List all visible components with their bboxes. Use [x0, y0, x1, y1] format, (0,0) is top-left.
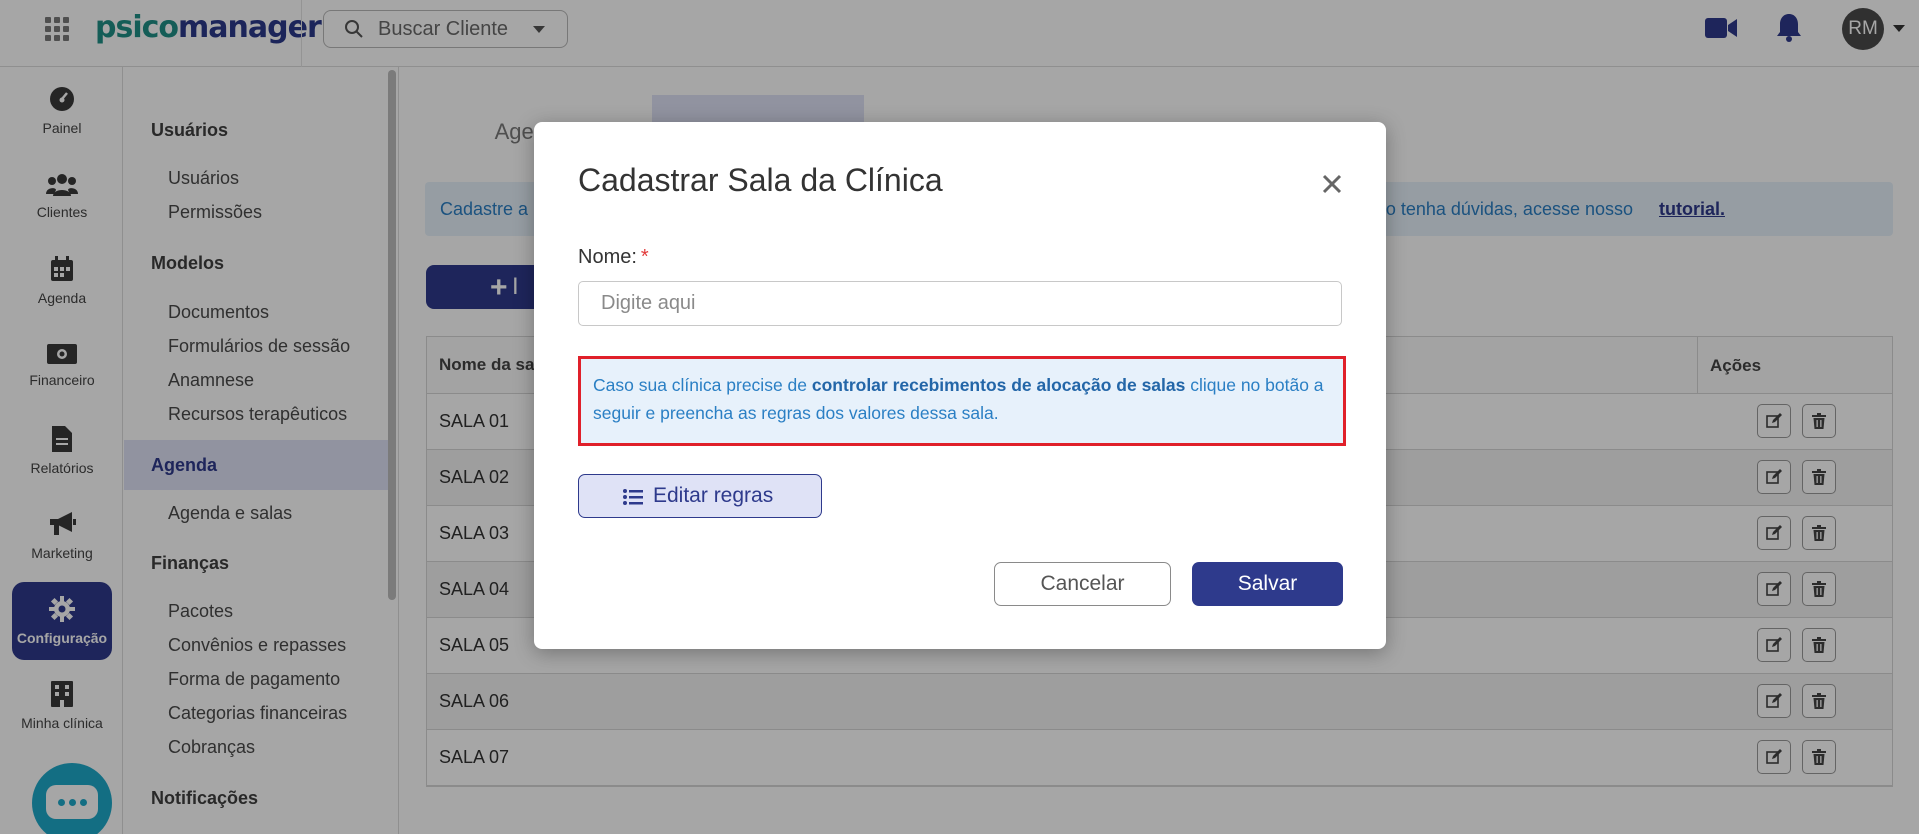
rule-text-highlight: controlar recebimentos de alocação de sa…: [811, 375, 1186, 395]
save-button[interactable]: Salvar: [1192, 562, 1343, 606]
name-field-label: Nome: *: [578, 246, 649, 268]
close-icon[interactable]: [1320, 172, 1344, 196]
room-name-input[interactable]: [578, 281, 1342, 326]
edit-rules-button[interactable]: Editar regras: [578, 474, 822, 518]
required-mark: *: [640, 246, 649, 268]
list-icon: [623, 489, 643, 505]
modal-title: Cadastrar Sala da Clínica: [578, 162, 943, 198]
create-room-modal: Cadastrar Sala da Clínica Nome:* Caso su…: [534, 122, 1386, 649]
allocation-rules-notice: Caso sua clínica precise de controlar re…: [578, 356, 1346, 446]
cancel-button[interactable]: Cancelar: [994, 562, 1171, 606]
